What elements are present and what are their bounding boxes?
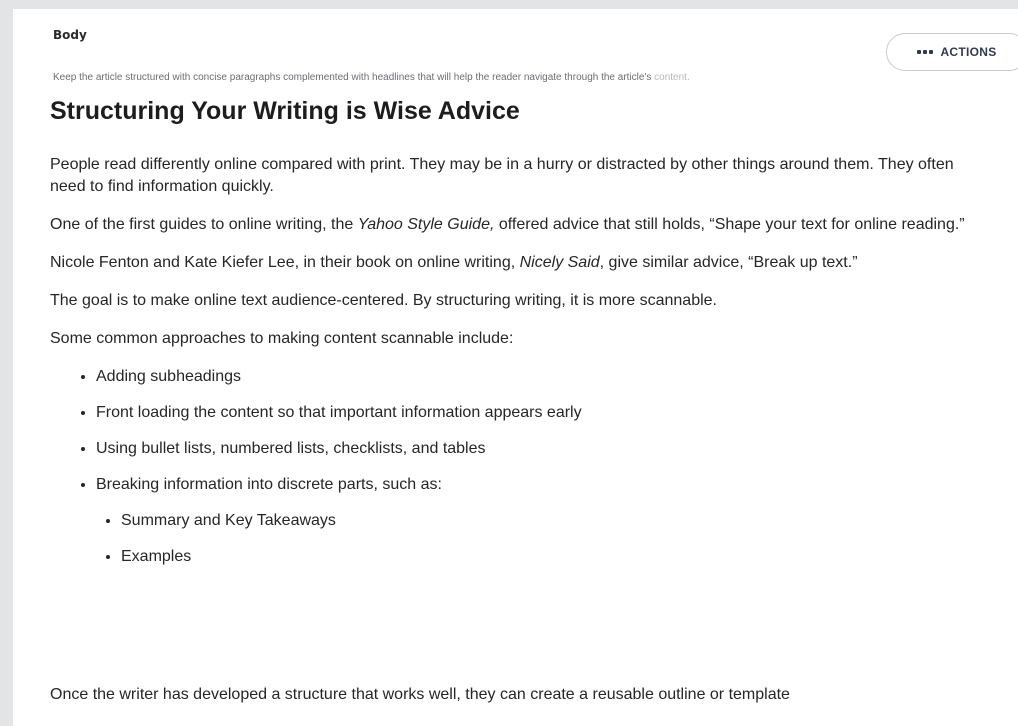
paragraph-2-italic: Yahoo Style Guide, bbox=[357, 216, 495, 233]
list-item: Breaking information into discrete parts… bbox=[96, 474, 975, 568]
paragraph-1: People read differently online compared … bbox=[50, 156, 954, 195]
paragraph-3-text-a: Nicole Fenton and Kate Kiefer Lee, in th… bbox=[50, 254, 520, 271]
more-dots-icon bbox=[917, 50, 934, 54]
actions-button[interactable]: ACTIONS bbox=[886, 33, 1018, 71]
list-item-text: Breaking information into discrete parts… bbox=[96, 476, 442, 493]
list-item: Adding subheadings bbox=[96, 366, 975, 388]
list-item: Using bullet lists, numbered lists, chec… bbox=[96, 438, 975, 460]
paragraph-3-text-b: , give similar advice, “Break up text.” bbox=[599, 254, 858, 271]
paragraph-2: One of the first guides to online writin… bbox=[50, 214, 975, 236]
paragraph-2-text-b: offered advice that still holds, “Shape … bbox=[494, 216, 965, 233]
bullet-list: Adding subheadings Front loading the con… bbox=[50, 366, 975, 568]
paragraph-2-text-a: One of the first guides to online writin… bbox=[50, 216, 358, 233]
list-item: Front loading the content so that import… bbox=[96, 402, 975, 424]
paragraph-3-italic: Nicely Said bbox=[519, 254, 600, 271]
actions-label: ACTIONS bbox=[940, 45, 997, 59]
paragraph-4: The goal is to make online text audience… bbox=[50, 292, 717, 309]
paragraph-5: Some common approaches to making content… bbox=[50, 330, 514, 347]
sub-list-item: Examples bbox=[121, 546, 975, 568]
help-text-main: Keep the article structured with concise… bbox=[53, 72, 652, 83]
field-label: Body bbox=[53, 28, 87, 42]
field-help-text: Keep the article structured with concise… bbox=[53, 72, 953, 83]
sub-list-item: Summary and Key Takeaways bbox=[121, 510, 975, 532]
paragraph-3: Nicole Fenton and Kate Kiefer Lee, in th… bbox=[50, 252, 975, 274]
article-title: Structuring Your Writing is Wise Advice bbox=[50, 97, 520, 125]
sub-bullet-list: Summary and Key Takeaways Examples bbox=[96, 510, 975, 568]
help-text-faded: content. bbox=[651, 72, 690, 83]
paragraph-6-partial: Once the writer has developed a structur… bbox=[50, 686, 790, 703]
rich-text-editor[interactable]: Structuring Your Writing is Wise Advice … bbox=[50, 96, 975, 582]
